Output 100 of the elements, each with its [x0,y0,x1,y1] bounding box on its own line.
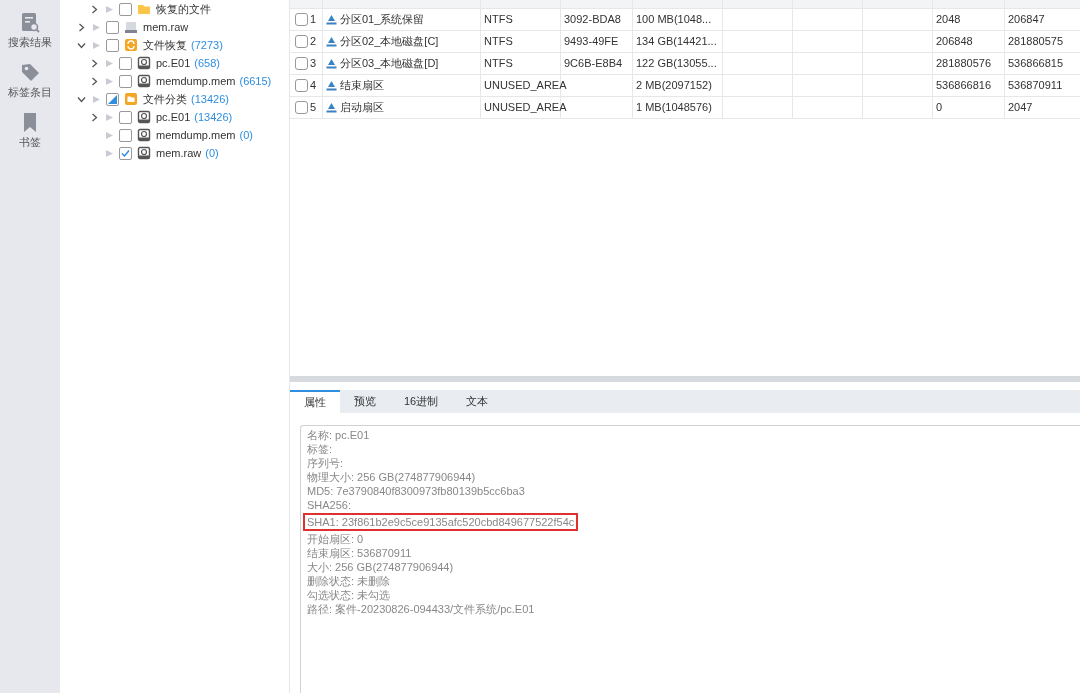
check-icon [121,148,130,158]
partition-icon [326,80,337,91]
item-count: (7273) [191,37,223,53]
chevron-down-icon[interactable] [77,41,86,49]
checkbox[interactable] [119,146,132,160]
chevron-right-icon[interactable] [78,22,85,32]
chevron-right-icon[interactable] [91,58,98,68]
row-number: 5 [310,100,317,116]
tab[interactable]: 预览 [340,390,390,413]
checkbox[interactable] [106,20,119,34]
drive-icon [124,20,138,34]
folder-icon [137,2,151,16]
property-line: 结束扇区: 536870911 [307,546,412,560]
item-count: (658) [194,55,220,71]
tree-item-label[interactable]: pc.E01 [156,108,191,126]
property-line: 标签: [307,442,333,456]
property-line: 物理大小: 256 GB(274877906944) [307,470,476,484]
item-count: (0) [205,145,219,161]
table-cell-text: UNUSED_AREA [484,78,567,94]
checkbox[interactable] [295,79,308,92]
checkbox[interactable] [295,13,308,26]
table-cell-text: NTFS [484,12,513,28]
table-cell-text: 122 GB(13055... [636,56,717,72]
tree-item-label[interactable]: mem.raw [156,144,202,162]
tab[interactable]: 文本 [452,390,503,413]
folder-icon [124,92,138,106]
checkbox[interactable] [119,110,132,124]
property-line: 开始扇区: 0 [307,532,364,546]
checkbox[interactable] [119,74,132,88]
table-cell-text: 281880575 [1008,34,1064,50]
table-cell-text: 启动扇区 [340,100,384,116]
checkbox[interactable] [119,56,132,70]
table-cell-text: 206847 [1008,12,1045,28]
table-cell-text: 9C6B-E8B4 [564,56,623,72]
sidebar-item[interactable]: 搜索结果 [8,12,52,48]
sidebar-item[interactable]: 书签 [19,112,41,148]
table-cell-text: 2 MB(2097152) [636,78,712,94]
table-cell-text: 536866816 [936,78,992,94]
item-count: (6615) [239,73,272,89]
table-cell-text: 2047 [1008,100,1033,116]
sidebar-item[interactable]: 标签条目 [8,62,52,98]
row-number: 3 [310,56,317,72]
checkbox[interactable] [106,38,119,52]
search-document-icon [19,12,41,33]
table-cell-text: 536870911 [1008,78,1063,94]
table-cell-text: NTFS [484,56,513,72]
table-cell-text: 281880576 [936,56,992,72]
checkbox[interactable] [295,57,308,70]
property-line: 名称: pc.E01 [307,428,370,442]
table-cell-text: 分区03_本地磁盘[D] [340,56,439,72]
item-count: (13426) [191,91,229,107]
table-cell-text: 1 MB(1048576) [636,100,712,116]
tree-item-label[interactable]: pc.E01 [156,54,191,72]
tree-item-label[interactable]: 文件分类 [143,90,187,108]
table-cell-text: 100 MB(1048... [636,12,712,28]
checkbox[interactable] [295,35,308,48]
tree-item-label[interactable]: 恢复的文件 [156,0,211,18]
property-line: MD5: 7e3790840f8300973fb80139b5cc6ba3 [307,484,525,498]
checkbox[interactable] [119,128,132,142]
tree-item-label[interactable]: 文件恢复 [143,36,187,54]
table-cell-text: 分区02_本地磁盘[C] [340,34,439,50]
row-number: 4 [310,78,317,94]
row-number: 2 [310,34,317,50]
tree-item-label[interactable]: memdump.mem [156,126,236,144]
checkbox[interactable] [119,2,132,16]
tab[interactable]: 16进制 [390,390,453,413]
property-line: 路径: 案件-20230826-094433/文件系统/pc.E01 [307,602,535,616]
partition-icon [326,14,337,25]
chevron-right-icon[interactable] [91,112,98,122]
property-line: 勾选状态: 未勾选 [307,588,391,602]
property-line: 序列号: [307,456,344,470]
tree-item-label[interactable]: memdump.mem [156,72,236,90]
table-cell-text: 536866815 [1008,56,1064,72]
table-cell-text: NTFS [484,34,513,50]
partition-icon [326,58,337,69]
partial-check-icon [108,94,117,104]
property-line: 删除状态: 未删除 [307,574,391,588]
table-cell-text: 结束扇区 [340,78,384,94]
tab[interactable]: 属性 [290,390,340,413]
recovery-icon [124,38,138,52]
tag-icon [19,62,41,83]
table-cell-text: 分区01_系统保留 [340,12,425,28]
row-number: 1 [310,12,317,28]
partition-icon [326,102,337,113]
partition-icon [326,36,337,47]
tree-item-label[interactable]: mem.raw [143,18,189,36]
table-cell-text: 9493-49FE [564,34,619,50]
item-count: (0) [239,127,253,143]
property-line: 大小: 256 GB(274877906944) [307,560,454,574]
table-cell-text: 206848 [936,34,973,50]
properties-text-area[interactable] [300,425,1080,693]
checkbox[interactable] [295,101,308,114]
chevron-right-icon[interactable] [91,4,98,14]
table-cell-text: 3092-BDA8 [564,12,621,28]
table-cell-text: 134 GB(14421... [636,34,717,50]
chevron-down-icon[interactable] [77,95,86,103]
item-count: (13426) [194,109,233,125]
table-cell-text: 2048 [936,12,961,28]
checkbox[interactable] [106,92,119,106]
chevron-right-icon[interactable] [91,76,98,86]
